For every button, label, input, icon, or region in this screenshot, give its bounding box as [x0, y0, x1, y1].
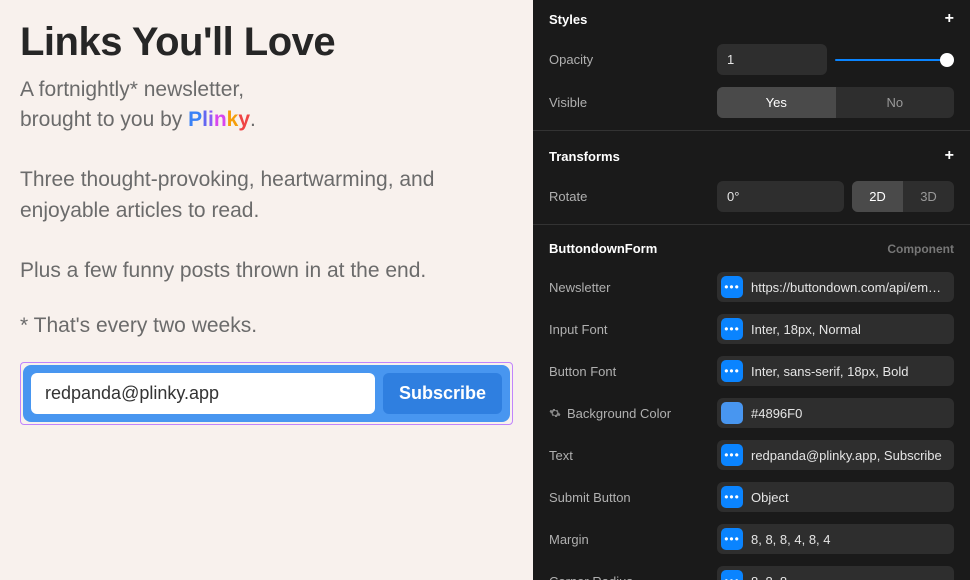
radius-label: Corner Radius: [549, 574, 709, 580]
submit-value[interactable]: ••• Object: [717, 482, 954, 512]
margin-row: Margin ••• 8, 8, 8, 4, 8, 4: [533, 518, 970, 560]
form-selection-outline[interactable]: Subscribe: [20, 362, 513, 425]
text-value-text: redpanda@plinky.app, Subscribe: [751, 448, 942, 463]
dots-icon[interactable]: •••: [721, 318, 743, 340]
transforms-header-label: Transforms: [549, 149, 620, 164]
styles-header-label: Styles: [549, 12, 587, 27]
button-font-text: Inter, sans-serif, 18px, Bold: [751, 364, 909, 379]
component-header-label: ButtondownForm: [549, 241, 657, 256]
preview-canvas: Links You'll Love A fortnightly* newslet…: [0, 0, 533, 580]
submit-value-text: Object: [751, 490, 789, 505]
slider-thumb[interactable]: [940, 53, 954, 67]
dots-icon[interactable]: •••: [721, 486, 743, 508]
margin-value-text: 8, 8, 8, 4, 8, 4: [751, 532, 831, 547]
brand-period: .: [250, 108, 256, 131]
visible-no[interactable]: No: [836, 87, 955, 118]
divider: [533, 130, 970, 131]
plus-icon[interactable]: +: [945, 10, 954, 28]
bg-color-text: #4896F0: [751, 406, 802, 421]
brand-letter: P: [188, 108, 202, 131]
bg-color-value[interactable]: #4896F0: [717, 398, 954, 428]
subtitle-line2-prefix: brought to you by: [20, 108, 188, 131]
dots-icon[interactable]: •••: [721, 276, 743, 298]
opacity-input[interactable]: [717, 44, 827, 75]
newsletter-label: Newsletter: [549, 280, 709, 295]
margin-label: Margin: [549, 532, 709, 547]
subtitle-line1: A fortnightly* newsletter,: [20, 78, 244, 101]
opacity-row: Opacity: [533, 38, 970, 81]
subscribe-form: Subscribe: [23, 365, 510, 422]
submit-label: Submit Button: [549, 490, 709, 505]
dots-icon[interactable]: •••: [721, 444, 743, 466]
input-font-value[interactable]: ••• Inter, 18px, Normal: [717, 314, 954, 344]
visible-segmented: Yes No: [717, 87, 954, 118]
brand-letter: n: [214, 108, 227, 131]
rotate-input[interactable]: [717, 181, 844, 212]
transforms-header: Transforms +: [533, 137, 970, 175]
text-label: Text: [549, 448, 709, 463]
margin-value[interactable]: ••• 8, 8, 8, 4, 8, 4: [717, 524, 954, 554]
newsletter-row: Newsletter ••• https://buttondown.com/ap…: [533, 266, 970, 308]
dots-icon[interactable]: •••: [721, 360, 743, 382]
input-font-label: Input Font: [549, 322, 709, 337]
page-title: Links You'll Love: [20, 20, 513, 65]
component-header: ButtondownForm Component: [533, 231, 970, 266]
slider-track: [835, 59, 954, 61]
newsletter-value[interactable]: ••• https://buttondown.com/api/emai…: [717, 272, 954, 302]
visible-row: Visible Yes No: [533, 81, 970, 124]
plus-icon[interactable]: +: [945, 147, 954, 165]
opacity-slider[interactable]: [835, 50, 954, 70]
divider: [533, 224, 970, 225]
bg-label-text: Background Color: [567, 406, 671, 421]
button-font-label: Button Font: [549, 364, 709, 379]
rotate-row: Rotate 2D 3D: [533, 175, 970, 218]
newsletter-text: https://buttondown.com/api/emai…: [751, 280, 948, 295]
brand-letter: y: [238, 108, 250, 131]
radius-value[interactable]: ••• 8, 8, 8: [717, 566, 954, 580]
body-paragraph-1: Three thought-provoking, heartwarming, a…: [20, 164, 513, 227]
input-font-row: Input Font ••• Inter, 18px, Normal: [533, 308, 970, 350]
styles-header: Styles +: [533, 0, 970, 38]
button-font-value[interactable]: ••• Inter, sans-serif, 18px, Bold: [717, 356, 954, 386]
gear-icon[interactable]: [549, 407, 561, 419]
opacity-label: Opacity: [549, 52, 709, 67]
subscribe-button[interactable]: Subscribe: [383, 373, 502, 414]
radius-row: Corner Radius ••• 8, 8, 8: [533, 560, 970, 580]
input-font-text: Inter, 18px, Normal: [751, 322, 861, 337]
component-tag: Component: [887, 242, 954, 256]
brand-letter: k: [227, 108, 239, 131]
text-value[interactable]: ••• redpanda@plinky.app, Subscribe: [717, 440, 954, 470]
color-chip[interactable]: [721, 402, 743, 424]
dots-icon[interactable]: •••: [721, 528, 743, 550]
rotate-label: Rotate: [549, 189, 709, 204]
dimension-segmented: 2D 3D: [852, 181, 954, 212]
mode-2d[interactable]: 2D: [852, 181, 903, 212]
visible-yes[interactable]: Yes: [717, 87, 836, 118]
visible-label: Visible: [549, 95, 709, 110]
dots-icon[interactable]: •••: [721, 570, 743, 580]
bg-color-row: Background Color #4896F0: [533, 392, 970, 434]
mode-3d[interactable]: 3D: [903, 181, 954, 212]
button-font-row: Button Font ••• Inter, sans-serif, 18px,…: [533, 350, 970, 392]
body-paragraph-2: Plus a few funny posts thrown in at the …: [20, 255, 513, 287]
subtitle: A fortnightly* newsletter, brought to yo…: [20, 75, 513, 136]
inspector-panel: Styles + Opacity Visible Yes No Transfor…: [533, 0, 970, 580]
radius-value-text: 8, 8, 8: [751, 574, 787, 580]
email-input[interactable]: [31, 373, 375, 414]
footnote: * That's every two weeks.: [20, 314, 513, 338]
text-row: Text ••• redpanda@plinky.app, Subscribe: [533, 434, 970, 476]
submit-row: Submit Button ••• Object: [533, 476, 970, 518]
bg-color-label: Background Color: [549, 406, 709, 421]
